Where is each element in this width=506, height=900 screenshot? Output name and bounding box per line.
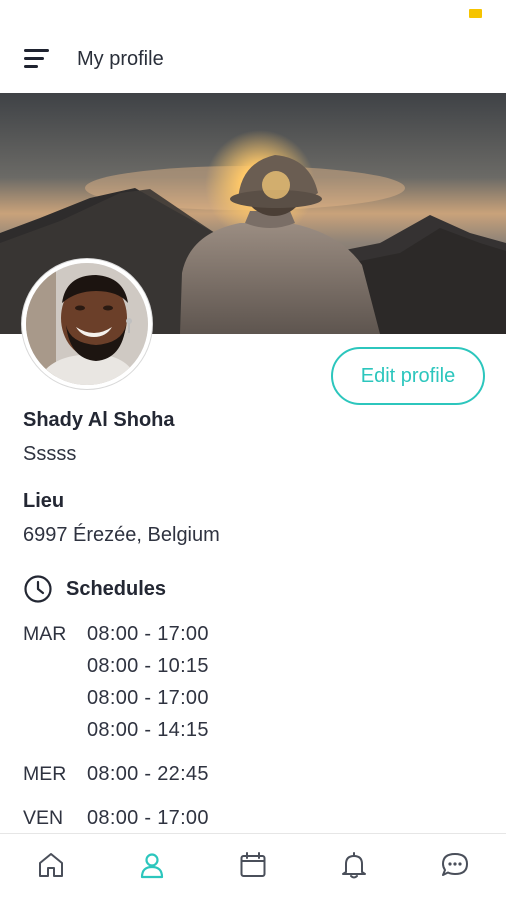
schedule-time: 08:00 - 17:00 xyxy=(87,687,209,709)
nav-notifications[interactable] xyxy=(324,840,384,890)
nav-home[interactable] xyxy=(21,840,81,890)
schedule-times: 08:00 - 17:00 08:00 - 10:15 08:00 - 17:0… xyxy=(87,618,209,746)
schedule-time: 08:00 - 14:15 xyxy=(87,719,209,741)
nav-messages[interactable] xyxy=(425,840,485,890)
profile-name: Shady Al Shoha xyxy=(23,409,175,431)
clock-icon xyxy=(24,575,52,603)
schedule-day-row: MAR 08:00 - 17:00 08:00 - 10:15 08:00 - … xyxy=(23,618,483,746)
profile-bio: Sssss xyxy=(23,443,77,465)
edit-profile-button[interactable]: Edit profile xyxy=(331,347,485,405)
bell-icon xyxy=(342,852,367,879)
schedule-list: MAR 08:00 - 17:00 08:00 - 10:15 08:00 - … xyxy=(23,618,483,846)
location-label: Lieu xyxy=(23,490,65,512)
bottom-navigation xyxy=(0,833,506,900)
avatar[interactable] xyxy=(22,259,152,389)
schedule-time: 08:00 - 17:00 xyxy=(87,807,209,829)
schedule-time: 08:00 - 22:45 xyxy=(87,763,209,785)
chat-icon xyxy=(442,853,469,876)
calendar-icon xyxy=(240,852,266,877)
nav-profile[interactable] xyxy=(122,840,182,890)
schedules-header: Schedules xyxy=(23,574,166,604)
schedule-times: 08:00 - 22:45 xyxy=(87,758,209,790)
schedules-title: Schedules xyxy=(66,577,167,600)
schedule-day-row: MER 08:00 - 22:45 xyxy=(23,758,483,790)
schedule-day: MER xyxy=(23,763,67,785)
schedule-time: 08:00 - 10:15 xyxy=(87,655,209,677)
profile-icon xyxy=(140,853,163,879)
nav-calendar[interactable] xyxy=(223,840,283,890)
schedule-time: 08:00 - 17:00 xyxy=(87,623,209,645)
page-title: My profile xyxy=(77,48,164,70)
location-value: 6997 Érezée, Belgium xyxy=(23,524,220,546)
hamburger-menu-icon[interactable] xyxy=(24,47,52,73)
app-header: My profile xyxy=(0,0,506,93)
schedule-times: 08:00 - 17:00 xyxy=(87,802,209,834)
schedule-day: VEN xyxy=(23,807,64,829)
home-icon xyxy=(38,853,63,877)
schedule-day: MAR xyxy=(23,623,67,645)
schedule-day-row: VEN 08:00 - 17:00 xyxy=(23,802,483,834)
